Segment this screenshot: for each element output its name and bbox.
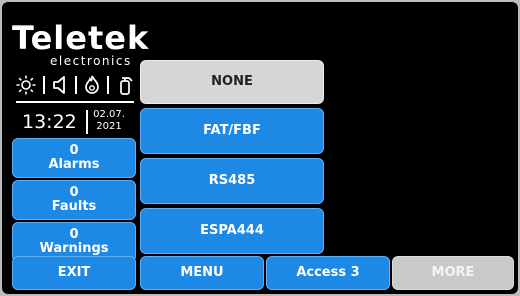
warnings-label: Warnings [39, 241, 109, 256]
date-day: 02.07. [93, 109, 125, 120]
status-divider [16, 101, 134, 103]
icon-separator [75, 76, 77, 94]
icon-separator [107, 76, 109, 94]
speaker-icon [52, 75, 68, 95]
option-rs485-button[interactable]: RS485 [140, 158, 324, 204]
exit-button[interactable]: EXIT [12, 256, 136, 290]
clock-separator [86, 110, 88, 134]
faults-count: 0 [69, 185, 79, 200]
option-none-button[interactable]: NONE [140, 60, 324, 104]
brand-logo: Teletek [12, 19, 150, 57]
clock-time: 13:22 [22, 111, 77, 133]
alarms-count: 0 [69, 143, 79, 158]
status-icon-bar [16, 72, 134, 98]
menu-button[interactable]: MENU [140, 256, 264, 290]
date-year: 2021 [96, 121, 122, 132]
clock-date: 02.07. 2021 [92, 109, 126, 133]
access-level-button[interactable]: Access 3 [266, 256, 390, 290]
flame-icon [84, 75, 100, 95]
panel-screen: Teletek electronics 13:22 02.07. 2021 0 … [2, 2, 518, 294]
alarms-counter[interactable]: 0 Alarms [12, 138, 136, 178]
icon-separator [43, 76, 45, 94]
sun-icon [16, 75, 36, 95]
extinguisher-icon [116, 75, 134, 95]
more-button[interactable]: MORE [392, 256, 514, 290]
warnings-count: 0 [69, 227, 79, 242]
alarms-label: Alarms [48, 157, 100, 172]
faults-label: Faults [51, 199, 97, 214]
option-espa444-button[interactable]: ESPA444 [140, 208, 324, 254]
brand-subtitle: electronics [50, 54, 132, 68]
option-fat-fbf-button[interactable]: FAT/FBF [140, 108, 324, 154]
faults-counter[interactable]: 0 Faults [12, 180, 136, 220]
